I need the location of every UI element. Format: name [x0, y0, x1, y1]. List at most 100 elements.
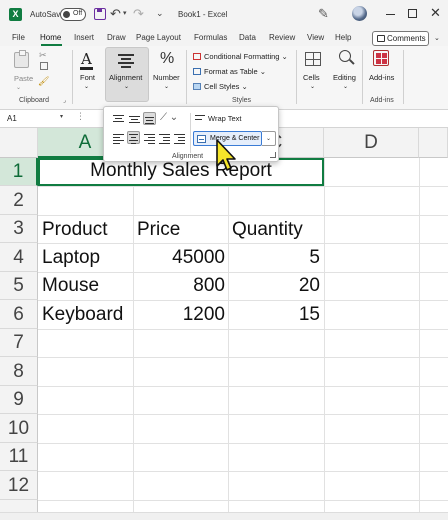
tab-view[interactable]: View — [307, 33, 324, 42]
price-cell[interactable]: 800 — [133, 275, 225, 297]
row-header-7[interactable]: 7 — [0, 329, 38, 357]
row-header-1[interactable]: 1 — [0, 158, 38, 186]
tab-file[interactable]: File — [12, 33, 25, 42]
orientation-icon[interactable]: ⟋ ⌄ — [160, 112, 178, 123]
tab-help[interactable]: Help — [335, 33, 351, 42]
addins-label[interactable]: Add-ins — [369, 73, 394, 82]
middle-align-icon[interactable] — [128, 113, 141, 126]
quantity-cell[interactable]: 20 — [228, 275, 320, 297]
row-header-12[interactable]: 12 — [0, 471, 38, 500]
addins-icon[interactable] — [373, 50, 389, 66]
clipboard-launcher-icon[interactable]: ⌟ — [63, 97, 66, 104]
search-icon[interactable] — [339, 50, 351, 62]
column-header-d[interactable]: D — [324, 128, 419, 158]
top-align-icon[interactable] — [112, 113, 125, 126]
cells-dropdown-icon[interactable]: ⌄ — [310, 83, 315, 90]
header-cell-quantity[interactable]: Quantity — [232, 219, 303, 241]
wrap-text-label: Wrap Text — [208, 114, 242, 123]
gridline — [38, 329, 448, 330]
cut-icon[interactable]: ✂ — [39, 50, 47, 61]
addins-group-label: Add-ins — [370, 97, 394, 104]
row-header-3[interactable]: 3 — [0, 215, 38, 243]
avatar[interactable] — [352, 6, 367, 21]
row-header-4[interactable]: 4 — [0, 243, 38, 272]
format-as-table-button[interactable]: Format as Table ⌄ — [193, 67, 266, 76]
tab-data[interactable]: Data — [239, 33, 256, 42]
tab-insert[interactable]: Insert — [74, 33, 94, 42]
select-all-corner[interactable] — [0, 128, 38, 158]
ribbon-options-icon[interactable]: ⌄ — [434, 34, 440, 42]
paste-icon[interactable] — [14, 50, 29, 68]
editing-dropdown-icon[interactable]: ⌄ — [343, 83, 348, 90]
bottom-align-icon[interactable] — [143, 112, 156, 125]
row-header-5[interactable]: 5 — [0, 272, 38, 300]
align-right-icon[interactable] — [143, 132, 156, 145]
font-icon[interactable]: A — [81, 50, 92, 68]
quantity-cell[interactable]: 15 — [228, 304, 320, 326]
undo-icon[interactable]: ↶ — [110, 6, 121, 22]
name-box[interactable]: A1 — [3, 113, 63, 125]
font-label[interactable]: Font — [80, 73, 95, 82]
name-box-dropdown-icon[interactable]: ▾ — [60, 113, 63, 120]
row-header-11[interactable]: 11 — [0, 443, 38, 471]
price-cell[interactable]: 45000 — [133, 247, 225, 269]
tab-page-layout[interactable]: Page Layout — [136, 33, 181, 42]
horizontal-scrollbar[interactable] — [0, 512, 448, 520]
increase-indent-icon[interactable] — [173, 132, 186, 145]
row-header-9[interactable]: 9 — [0, 386, 38, 414]
row-header-8[interactable]: 8 — [0, 357, 38, 386]
tab-formulas[interactable]: Formulas — [194, 33, 227, 42]
number-label[interactable]: Number — [153, 73, 180, 82]
gridline — [324, 158, 325, 520]
tab-draw[interactable]: Draw — [107, 33, 126, 42]
product-cell[interactable]: Keyboard — [42, 304, 123, 326]
alignment-launcher-icon[interactable] — [270, 152, 276, 158]
cells-icon[interactable] — [305, 52, 321, 66]
maximize-icon[interactable] — [408, 9, 417, 18]
alignment-dropdown-icon[interactable]: ⌄ — [124, 83, 129, 90]
copy-icon[interactable] — [40, 62, 48, 70]
cells-label[interactable]: Cells — [303, 73, 320, 82]
row-header-2[interactable]: 2 — [0, 186, 38, 215]
merge-dropdown-icon[interactable]: ⌄ — [262, 131, 276, 146]
divider — [403, 50, 404, 104]
format-painter-icon[interactable]: 🖌 — [38, 76, 49, 87]
header-cell-price[interactable]: Price — [137, 219, 180, 241]
font-dropdown-icon[interactable]: ⌄ — [84, 83, 89, 90]
divider — [72, 50, 73, 104]
minimize-icon[interactable] — [386, 14, 395, 15]
report-title-cell[interactable]: Monthly Sales Report — [38, 160, 324, 182]
more-icon[interactable]: ⋮ — [76, 111, 85, 122]
divider — [362, 50, 363, 104]
number-dropdown-icon[interactable]: ⌄ — [164, 83, 169, 90]
product-cell[interactable]: Laptop — [42, 247, 100, 269]
close-icon[interactable]: ✕ — [430, 5, 441, 21]
customize-toolbar-icon[interactable]: ⌄ — [156, 8, 164, 19]
align-center-icon[interactable] — [127, 131, 140, 145]
price-cell[interactable]: 1200 — [133, 304, 225, 326]
decrease-indent-icon[interactable] — [158, 132, 171, 145]
save-icon[interactable] — [94, 8, 106, 20]
row-header-6[interactable]: 6 — [0, 300, 38, 329]
cell-styles-button[interactable]: Cell Styles ⌄ — [193, 82, 248, 91]
product-cell[interactable]: Mouse — [42, 275, 99, 297]
quantity-cell[interactable]: 5 — [228, 247, 320, 269]
column-header-e[interactable] — [419, 128, 448, 158]
header-cell-product[interactable]: Product — [42, 219, 107, 241]
comments-button[interactable]: Comments — [372, 31, 429, 46]
conditional-formatting-button[interactable]: Conditional Formatting ⌄ — [193, 52, 288, 61]
editing-label[interactable]: Editing — [333, 73, 356, 82]
tab-home[interactable]: Home — [40, 33, 61, 42]
pen-icon[interactable]: ✎ — [318, 6, 329, 22]
wrap-text-button[interactable]: Wrap Text — [195, 114, 242, 123]
redo-icon[interactable]: ↷ — [133, 6, 144, 22]
undo-dropdown-icon[interactable]: ▾ — [123, 9, 127, 17]
comments-label: Comments — [387, 34, 426, 43]
tab-review[interactable]: Review — [269, 33, 295, 42]
percent-icon[interactable]: % — [160, 50, 174, 68]
align-center-icon — [118, 54, 134, 70]
autosave-toggle[interactable]: Off — [60, 8, 86, 21]
paste-dropdown-icon[interactable]: ⌄ — [16, 84, 21, 91]
row-header-10[interactable]: 10 — [0, 414, 38, 443]
align-left-icon[interactable] — [112, 132, 125, 145]
